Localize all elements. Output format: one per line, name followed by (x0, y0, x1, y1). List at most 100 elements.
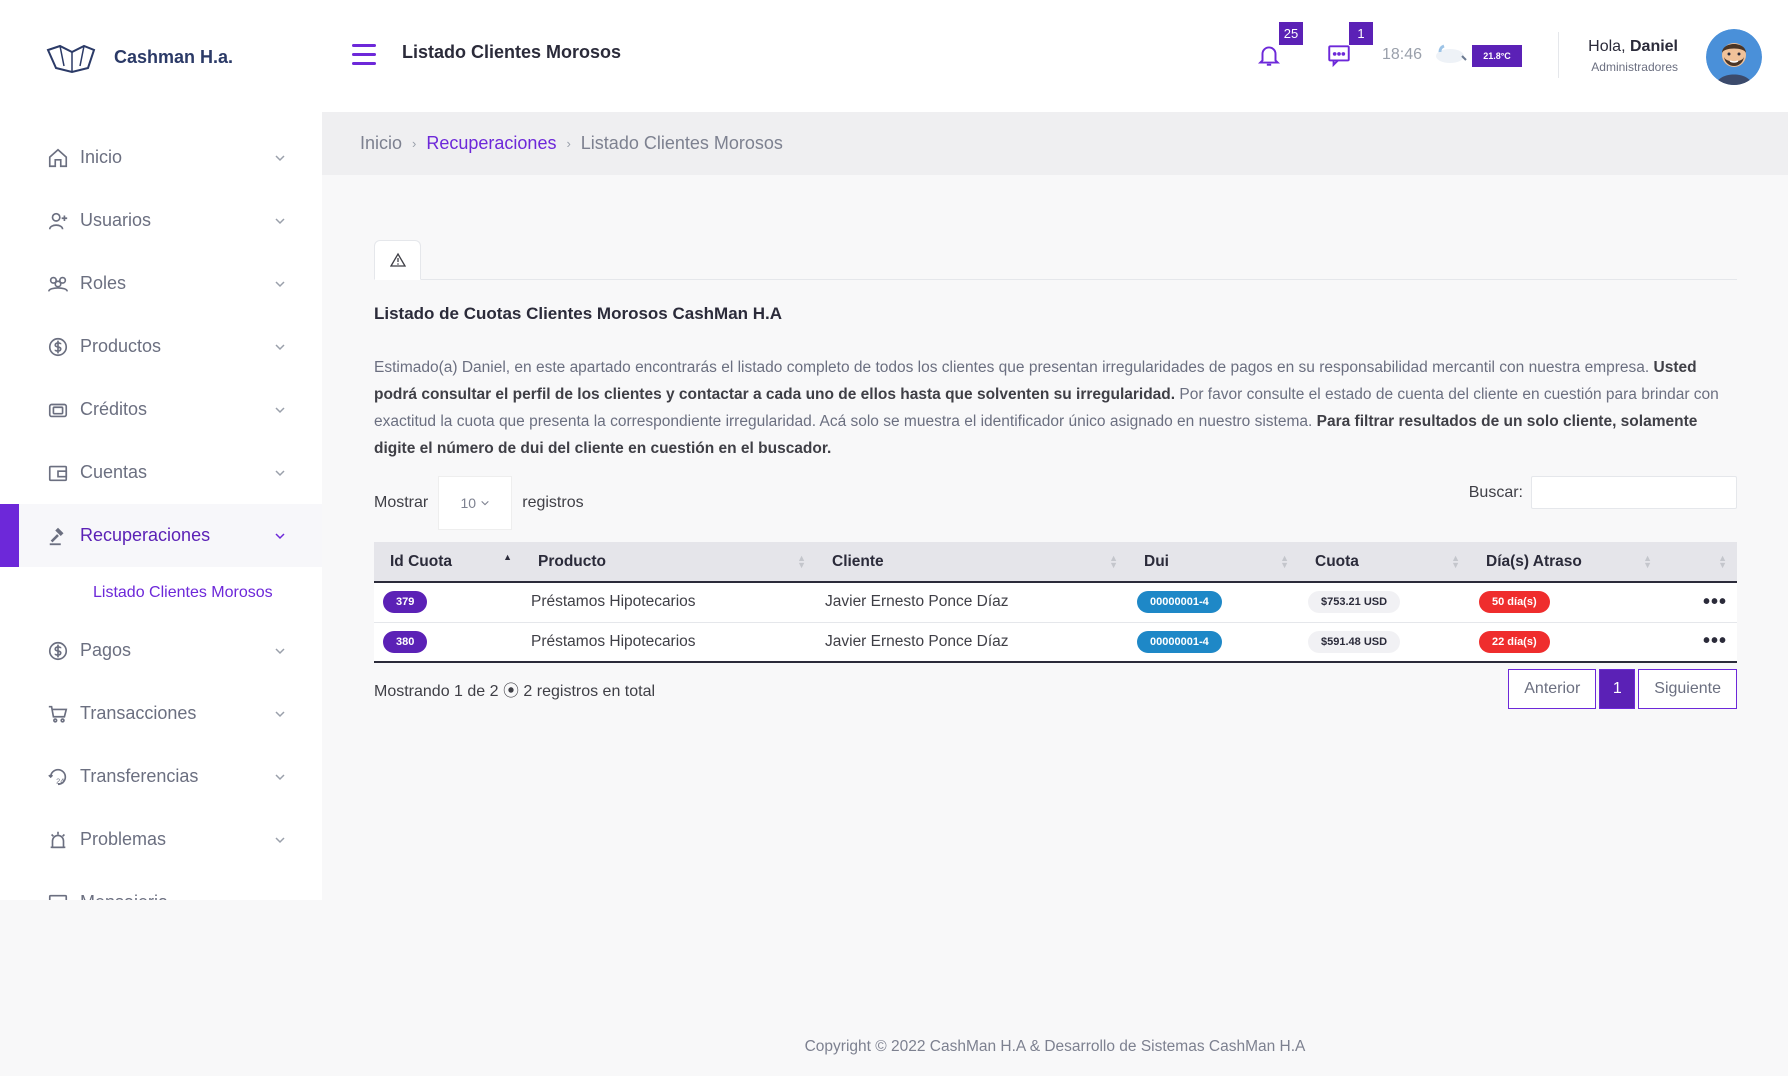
table-info: Mostrando 1 de 2 ⦿ 2 registros en total (374, 683, 656, 700)
breadcrumb-section[interactable]: Recuperaciones (426, 133, 556, 154)
sort-icon: ▲ ▼ (1451, 553, 1460, 570)
breadcrumb-home[interactable]: Inicio (360, 133, 402, 154)
col-label: Cliente (832, 552, 884, 570)
dollar-circle-icon (46, 335, 70, 359)
pagination: Anterior 1 Siguiente (1505, 669, 1737, 709)
col-dui[interactable]: Dui ▲ ▼ (1128, 542, 1299, 582)
page-size-value: 10 (460, 495, 477, 511)
breadcrumb-separator-icon: › (412, 136, 417, 151)
sidebar-item-creditos[interactable]: Créditos (0, 378, 322, 441)
chevron-down-icon (481, 500, 489, 506)
footer-copyright: Copyright © 2022 CashMan H.A & Desarroll… (804, 1038, 1306, 1055)
producto-cell: Préstamos Hipotecarios (531, 632, 696, 650)
card-title: Listado de Cuotas Clientes Morosos CashM… (374, 304, 783, 323)
next-page-button[interactable]: Siguiente (1638, 669, 1737, 709)
prev-page-button[interactable]: Anterior (1508, 669, 1597, 709)
page-size-select[interactable]: 10 (438, 476, 513, 530)
alarm-icon (46, 828, 70, 852)
more-actions-icon[interactable]: ••• (1703, 591, 1727, 613)
chevron-down-icon (275, 280, 285, 287)
sidebar-item-label: Productos (80, 336, 162, 356)
id-cuota-badge: 379 (383, 591, 428, 614)
cuota-badge: $753.21 USD (1308, 591, 1401, 614)
avatar[interactable] (1706, 29, 1762, 85)
sidebar-item-transacciones[interactable]: Transacciones (0, 682, 322, 745)
table-row: 379 Préstamos Hipotecarios Javier Ernest… (374, 582, 1737, 622)
page-title: Listado Clientes Morosos (402, 42, 622, 62)
sidebar-item-cuentas[interactable]: Cuentas (0, 441, 322, 504)
col-cuota[interactable]: Cuota ▲ ▼ (1299, 542, 1470, 582)
temperature-badge: 21.8°C (1472, 45, 1522, 67)
chat-icon (46, 891, 70, 900)
sidebar-item-usuarios[interactable]: Usuarios (0, 189, 322, 252)
sidebar-item-pagos[interactable]: Pagos (0, 619, 322, 682)
col-producto[interactable]: Producto ▲ ▼ (522, 542, 816, 582)
search-input[interactable] (1531, 476, 1737, 509)
cuota-badge: $591.48 USD (1308, 630, 1401, 653)
card-description: Estimado(a) Daniel, en este apartado enc… (374, 354, 1737, 462)
message-badge: 1 (1349, 22, 1373, 45)
sidebar-item-inicio[interactable]: Inicio (0, 126, 322, 189)
desc-part-1: Estimado(a) Daniel, en este apartado enc… (374, 359, 1654, 376)
col-label: Cuota (1315, 552, 1359, 570)
sidebar-item-roles[interactable]: Roles (0, 252, 322, 315)
header-divider (1558, 32, 1559, 78)
col-label: Producto (538, 552, 607, 570)
sidebar-item-transferencias[interactable]: 24 Transferencias (0, 745, 322, 808)
page-1-button[interactable]: 1 (1599, 669, 1636, 709)
sidebar-item-label: Roles (80, 273, 127, 293)
sidebar-item-productos[interactable]: Productos (0, 315, 322, 378)
cart-icon (46, 702, 70, 726)
tab-warning[interactable] (374, 240, 421, 280)
dollar-circle-icon (46, 639, 70, 663)
col-label: Id Cuota (390, 552, 452, 570)
sidebar-item-label: Transacciones (80, 703, 197, 723)
sidebar-item-label: Créditos (80, 399, 148, 419)
sidebar-item-label: Inicio (80, 147, 123, 167)
table-footer: Mostrando 1 de 2 ⦿ 2 registros en total … (374, 667, 1737, 713)
morosos-table: Id Cuota ▲ Producto ▲ ▼ Cliente ▲ ▼ Dui ▲ ▼ Cuo… (374, 542, 1737, 663)
records-label: registros (522, 494, 584, 511)
table-row: 380 Préstamos Hipotecarios Javier Ernest… (374, 622, 1737, 662)
top-header: Listado Clientes Morosos 25 1 18:46 21.8… (322, 0, 1788, 112)
sidebar-item-label: Cuentas (80, 462, 148, 482)
sort-icon: ▲ ▼ (1718, 553, 1727, 570)
bell-icon[interactable] (1256, 42, 1282, 68)
sidebar-item-problemas[interactable]: Problemas (0, 808, 322, 871)
sidebar-item-label: Transferencias (80, 766, 199, 786)
sort-icon: ▲ ▼ (1643, 553, 1652, 570)
greeting-text: Hola, (1588, 38, 1626, 55)
producto-cell: Préstamos Hipotecarios (531, 593, 696, 611)
col-dias-atraso[interactable]: Día(s) Atraso ▲ ▼ (1470, 542, 1662, 582)
sort-icon: ▲ ▼ (1109, 553, 1118, 570)
sidebar-item-recuperaciones[interactable]: Recuperaciones (0, 504, 322, 567)
sidebar: Cashman H.a. Inicio Usuarios Roles Produ… (0, 0, 322, 900)
breadcrumb: Inicio › Recuperaciones › Listado Client… (322, 112, 1788, 175)
brand[interactable]: Cashman H.a. (44, 38, 233, 76)
breadcrumb-current: Listado Clientes Morosos (580, 133, 783, 153)
search-control: Buscar: (1469, 476, 1737, 509)
more-actions-icon[interactable]: ••• (1703, 630, 1727, 652)
chevron-down-icon (275, 532, 285, 539)
sidebar-subitem-listado-morosos[interactable]: Listado Clientes Morosos (0, 567, 322, 619)
col-label: Día(s) Atraso (1486, 552, 1582, 570)
user-greeting[interactable]: Hola, Daniel Administradores (1588, 38, 1678, 74)
sidebar-item-mensajeria[interactable]: Mensajeria (0, 871, 322, 900)
chevron-down-icon (275, 154, 285, 161)
group-icon (46, 272, 70, 296)
col-cliente[interactable]: Cliente ▲ ▼ (816, 542, 1128, 582)
weather-icon (1436, 44, 1467, 63)
col-id-cuota[interactable]: Id Cuota ▲ (374, 542, 522, 582)
chevron-down-icon (275, 773, 285, 780)
sort-icon: ▲ ▼ (1280, 553, 1289, 570)
menu-toggle-icon[interactable] (352, 44, 376, 66)
message-icon[interactable] (1326, 42, 1352, 68)
user-add-icon (46, 209, 70, 233)
gavel-icon (46, 524, 70, 548)
card-icon (46, 398, 70, 422)
dui-badge: 00000001-4 (1137, 591, 1222, 614)
sidebar-item-label: Recuperaciones (80, 525, 211, 545)
table-header-row: Id Cuota ▲ Producto ▲ ▼ Cliente ▲ ▼ Dui ▲ ▼ Cuo… (374, 542, 1737, 582)
col-label: Dui (1144, 552, 1169, 570)
user-role: Administradores (1591, 60, 1678, 74)
